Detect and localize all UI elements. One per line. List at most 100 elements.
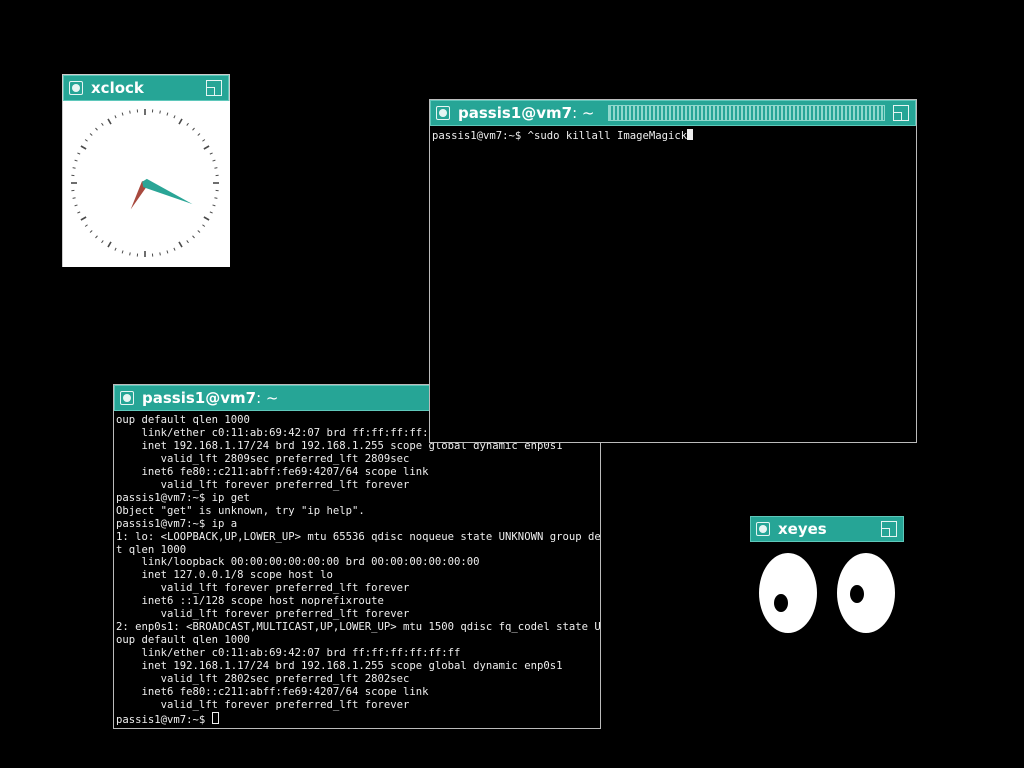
- close-icon[interactable]: [436, 106, 450, 120]
- title-host: passis1@vm7: [142, 389, 257, 407]
- terminal-line: link/ether c0:11:ab:69:42:07 brd ff:ff:f…: [116, 647, 461, 660]
- clock-tick: [166, 112, 169, 116]
- clock-tick: [192, 235, 195, 239]
- clock-tick: [178, 241, 183, 248]
- clock-tick: [121, 112, 124, 116]
- clock-tick: [197, 133, 201, 136]
- terminal-line: valid_lft 2802sec preferred_lft 2802sec: [116, 673, 410, 686]
- terminal-line: valid_lft 2809sec preferred_lft 2809sec: [116, 452, 410, 465]
- clock-tick: [202, 139, 206, 142]
- maximize-icon[interactable]: [893, 105, 909, 121]
- clock-tick: [203, 216, 210, 221]
- terminal-line: link/loopback 00:00:00:00:00:00 brd 00:0…: [116, 556, 480, 569]
- xeyes-titlebar[interactable]: xeyes: [750, 516, 904, 542]
- clock-tick: [121, 250, 124, 254]
- clock-tick: [101, 240, 104, 244]
- clock-tick: [186, 122, 189, 126]
- clock-tick: [80, 145, 87, 150]
- xclock-title: xclock: [91, 79, 144, 97]
- clock-tick: [72, 167, 76, 169]
- clock-tick: [101, 122, 104, 126]
- maximize-icon[interactable]: [881, 521, 897, 537]
- xclock-titlebar[interactable]: xclock: [63, 75, 229, 101]
- terminal-line: valid_lft forever preferred_lft forever: [116, 478, 410, 491]
- terminal-line: passis1@vm7:~$: [116, 711, 600, 727]
- terminal-line: 2: enp0s1: <BROADCAST,MULTICAST,UP,LOWER…: [116, 621, 600, 634]
- clock-tick: [72, 197, 76, 199]
- clock-tick: [77, 211, 81, 214]
- clock-face: [63, 101, 230, 267]
- terminal-top-output[interactable]: passis1@vm7:~$ ^sudo killall ImageMagick: [430, 126, 916, 442]
- terminal-line: oup default qlen 1000: [116, 634, 250, 647]
- title-path: : ~: [256, 389, 279, 407]
- right-pupil: [850, 585, 864, 603]
- right-eye: [837, 553, 895, 633]
- terminal-cursor: [211, 711, 219, 724]
- clock-tick: [159, 252, 161, 256]
- clock-tick: [129, 110, 131, 114]
- clock-tick: [74, 159, 78, 162]
- clock-tick: [84, 224, 88, 227]
- titlebar-active-hatch: [608, 105, 885, 121]
- clock-tick: [212, 204, 216, 207]
- title-path: : ~: [572, 104, 595, 122]
- clock-tick: [173, 115, 176, 119]
- close-icon[interactable]: [120, 391, 134, 405]
- terminal-line: inet 127.0.0.1/8 scope host lo: [116, 569, 333, 582]
- close-icon[interactable]: [756, 522, 770, 536]
- close-icon[interactable]: [69, 81, 83, 95]
- clock-tick: [173, 247, 176, 251]
- title-host: passis1@vm7: [458, 104, 573, 122]
- xeyes-title: xeyes: [778, 520, 827, 538]
- terminal-line: valid_lft forever preferred_lft forever: [116, 608, 410, 621]
- clock-tick: [80, 216, 87, 221]
- terminal-line: t qlen 1000: [116, 543, 187, 556]
- terminal-bottom-output[interactable]: oup default qlen 1000 link/ether c0:11:a…: [114, 411, 600, 728]
- clock-tick: [209, 152, 213, 155]
- terminal-line: inet6 fe80::c211:abff:fe69:4207/64 scope…: [116, 686, 429, 699]
- terminal-top-title: passis1@vm7: ~: [458, 104, 594, 122]
- clock-tick: [95, 127, 98, 131]
- minute-hand: [142, 178, 193, 205]
- terminal-line: inet6 ::1/128 scope host noprefixroute: [116, 595, 384, 608]
- terminal-line: 1: lo: <LOOPBACK,UP,LOWER_UP> mtu 65536 …: [116, 530, 600, 543]
- clock-tick: [197, 230, 201, 233]
- left-pupil: [774, 594, 788, 612]
- clock-tick: [212, 159, 216, 162]
- clock-tick: [89, 230, 93, 233]
- maximize-icon[interactable]: [206, 80, 222, 96]
- clock-tick: [129, 252, 131, 256]
- terminal-line: passis1@vm7:~$ ip get: [116, 491, 250, 504]
- terminal-window-top[interactable]: passis1@vm7: ~ passis1@vm7:~$ ^sudo kill…: [429, 99, 917, 443]
- clock-tick: [186, 240, 189, 244]
- terminal-line: passis1@vm7:~$ ^sudo killall ImageMagick: [432, 129, 916, 143]
- clock-tick: [192, 127, 195, 131]
- xclock-window[interactable]: xclock: [62, 74, 230, 267]
- terminal-line: Object "get" is unknown, try "ip help".: [116, 504, 365, 517]
- terminal-line: valid_lft forever preferred_lft forever: [116, 582, 410, 595]
- clock-tick: [95, 235, 98, 239]
- clock-tick: [209, 211, 213, 214]
- clock-tick: [159, 110, 161, 114]
- xeyes-window[interactable]: xeyes: [750, 516, 904, 642]
- eyes-graphic: [759, 553, 895, 633]
- clock-tick: [84, 139, 88, 142]
- clock-tick: [77, 152, 81, 155]
- terminal-line: inet 192.168.1.17/24 brd 192.168.1.255 s…: [116, 660, 563, 673]
- xeyes-eyes: [750, 542, 904, 642]
- clock-tick: [202, 224, 206, 227]
- clock-tick: [178, 118, 183, 125]
- terminal-bottom-title: passis1@vm7: ~: [142, 389, 278, 407]
- clock-tick: [214, 167, 218, 169]
- clock-tick: [114, 115, 117, 119]
- left-eye: [759, 553, 817, 633]
- terminal-line: valid_lft forever preferred_lft forever: [116, 698, 410, 711]
- clock-tick: [166, 250, 169, 254]
- clock-tick: [214, 197, 218, 199]
- clock-tick: [74, 204, 78, 207]
- terminal-line: passis1@vm7:~$ ip a: [116, 517, 238, 530]
- terminal-top-titlebar[interactable]: passis1@vm7: ~: [430, 100, 916, 126]
- terminal-line: inet6 fe80::c211:abff:fe69:4207/64 scope…: [116, 465, 429, 478]
- clock-tick: [107, 118, 112, 125]
- analog-clock: [71, 109, 219, 257]
